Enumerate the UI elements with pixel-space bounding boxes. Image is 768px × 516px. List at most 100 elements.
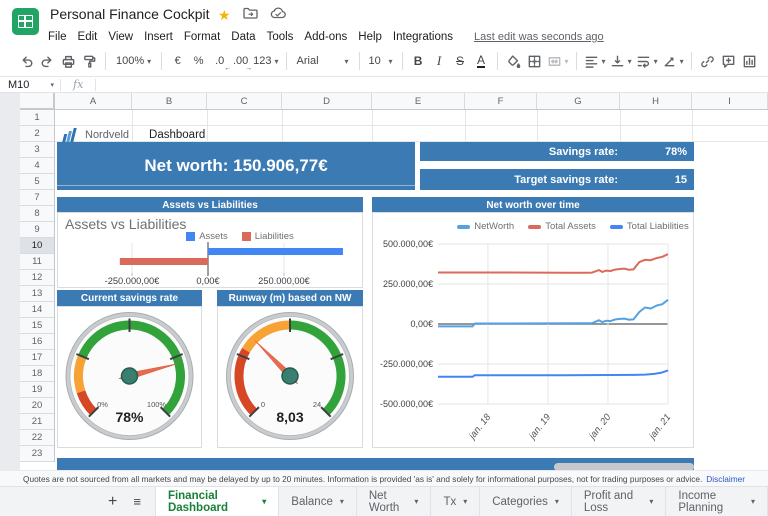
sheet-tab-tx[interactable]: Tx▾ bbox=[431, 487, 480, 516]
column-header-F[interactable]: F bbox=[465, 93, 537, 109]
sheets-logo-icon[interactable] bbox=[12, 8, 39, 35]
runway-gauge[interactable]: 0248,03 bbox=[217, 306, 363, 448]
row-header-20[interactable]: 20 bbox=[20, 398, 54, 414]
row-header-13[interactable]: 13 bbox=[20, 286, 54, 302]
legend-label: Assets bbox=[199, 231, 228, 242]
row-header-19[interactable]: 19 bbox=[20, 382, 54, 398]
increase-decimal-button[interactable]: .00→ bbox=[230, 49, 251, 73]
row-header-18[interactable]: 18 bbox=[20, 366, 54, 382]
paint-format-button[interactable] bbox=[79, 49, 100, 73]
formula-input[interactable] bbox=[108, 77, 768, 92]
row-header-16[interactable]: 16 bbox=[20, 334, 54, 350]
star-icon[interactable]: ★ bbox=[218, 7, 231, 24]
row-header-4[interactable]: 4 bbox=[20, 158, 54, 174]
disclaimer-link[interactable]: Disclaimer bbox=[706, 474, 745, 484]
text-rotation-button[interactable]: ▾ bbox=[660, 49, 686, 73]
column-header-B[interactable]: B bbox=[132, 93, 207, 109]
column-header-H[interactable]: H bbox=[620, 93, 692, 109]
italic-button[interactable]: I bbox=[429, 49, 450, 73]
row-header-23[interactable]: 23 bbox=[20, 446, 54, 462]
menu-view[interactable]: View bbox=[108, 31, 133, 43]
legend-label: Total Liabilities bbox=[627, 221, 689, 232]
insert-link-button[interactable] bbox=[697, 49, 718, 73]
chevron-down-icon: ▾ bbox=[463, 497, 467, 506]
menu-data[interactable]: Data bbox=[231, 31, 255, 43]
vertical-align-button[interactable]: ▾ bbox=[608, 49, 634, 73]
svg-text:100%: 100% bbox=[147, 400, 167, 409]
bold-button[interactable]: B bbox=[408, 49, 429, 73]
text-wrap-button[interactable]: ▾ bbox=[634, 49, 660, 73]
move-to-folder-icon[interactable] bbox=[243, 6, 258, 24]
menu-format[interactable]: Format bbox=[184, 31, 220, 43]
menu-file[interactable]: File bbox=[48, 31, 67, 43]
cloud-status-icon[interactable] bbox=[270, 6, 286, 24]
toolbar: 100%▾ € % .0← .00→ 123▾ Arial▾ 10▾ B I S… bbox=[0, 46, 768, 77]
text-color-button[interactable]: A bbox=[471, 49, 492, 73]
row-header-17[interactable]: 17 bbox=[20, 350, 54, 366]
svg-text:0,00€: 0,00€ bbox=[410, 319, 433, 329]
fill-color-button[interactable] bbox=[503, 49, 524, 73]
row-header-15[interactable]: 15 bbox=[20, 318, 54, 334]
column-header-A[interactable]: A bbox=[55, 93, 132, 109]
column-header-G[interactable]: G bbox=[537, 93, 620, 109]
insert-comment-button[interactable] bbox=[718, 49, 739, 73]
row-header-14[interactable]: 14 bbox=[20, 302, 54, 318]
add-sheet-button[interactable]: + bbox=[108, 493, 117, 511]
row-header-8[interactable]: 8 bbox=[20, 206, 54, 222]
borders-button[interactable] bbox=[524, 49, 545, 73]
name-box[interactable]: M10▾ bbox=[0, 77, 60, 93]
print-button[interactable] bbox=[58, 49, 79, 73]
menu-edit[interactable]: Edit bbox=[78, 31, 98, 43]
document-title[interactable]: Personal Finance Cockpit bbox=[50, 6, 210, 22]
format-currency-button[interactable]: € bbox=[167, 49, 188, 73]
row-header-11[interactable]: 11 bbox=[20, 254, 54, 270]
row-header-5[interactable]: 5 bbox=[20, 174, 54, 190]
sheet-tab-income-planning[interactable]: Income Planning▾ bbox=[666, 487, 768, 516]
sheet-tab-balance[interactable]: Balance▾ bbox=[279, 487, 357, 516]
strikethrough-button[interactable]: S bbox=[450, 49, 471, 73]
row-header-22[interactable]: 22 bbox=[20, 430, 54, 446]
gridline bbox=[537, 110, 538, 142]
font-family-select[interactable]: Arial▾ bbox=[292, 49, 354, 73]
all-sheets-button[interactable]: ≡ bbox=[133, 494, 141, 509]
row-header-1[interactable]: 1 bbox=[20, 110, 54, 126]
horizontal-align-button[interactable]: ▾ bbox=[582, 49, 608, 73]
menu-insert[interactable]: Insert bbox=[144, 31, 173, 43]
zoom-select[interactable]: 100%▾ bbox=[111, 49, 156, 73]
select-all-corner[interactable] bbox=[20, 93, 55, 110]
column-header-D[interactable]: D bbox=[282, 93, 372, 109]
column-header-C[interactable]: C bbox=[207, 93, 282, 109]
column-header-E[interactable]: E bbox=[372, 93, 465, 109]
menu-integrations[interactable]: Integrations bbox=[393, 31, 453, 43]
font-size-select[interactable]: 10▾ bbox=[365, 49, 397, 73]
row-header-12[interactable]: 12 bbox=[20, 270, 54, 286]
sheet-tab-net-worth[interactable]: Net Worth▾ bbox=[357, 487, 432, 516]
last-edit-link[interactable]: Last edit was seconds ago bbox=[474, 31, 604, 43]
sheet-tab-profit-and-loss[interactable]: Profit and Loss▾ bbox=[572, 487, 667, 516]
row-header-2[interactable]: 2 bbox=[20, 126, 54, 142]
menu-addons[interactable]: Add-ons bbox=[304, 31, 347, 43]
row-header-9[interactable]: 9 bbox=[20, 222, 54, 238]
menu-tools[interactable]: Tools bbox=[267, 31, 294, 43]
column-header-I[interactable]: I bbox=[692, 93, 768, 109]
savings-rate-gauge[interactable]: 0%100%78% bbox=[57, 306, 202, 448]
decrease-decimal-button[interactable]: .0← bbox=[209, 49, 230, 73]
svg-text:jan. 18: jan. 18 bbox=[466, 412, 494, 443]
format-percent-button[interactable]: % bbox=[188, 49, 209, 73]
insert-chart-button[interactable] bbox=[739, 49, 760, 73]
sheet-tab-categories[interactable]: Categories▾ bbox=[480, 487, 572, 516]
row-header-3[interactable]: 3 bbox=[20, 142, 54, 158]
redo-button[interactable] bbox=[37, 49, 58, 73]
undo-button[interactable] bbox=[16, 49, 37, 73]
assets-liabilities-bar-chart[interactable]: Assets vs Liabilities AssetsLiabilities … bbox=[57, 212, 363, 288]
row-header-7[interactable]: 7 bbox=[20, 190, 54, 206]
menu-help[interactable]: Help bbox=[358, 31, 382, 43]
networth-line-chart[interactable]: NetWorthTotal AssetsTotal Liabilities 50… bbox=[372, 212, 694, 448]
more-formats-button[interactable]: 123▾ bbox=[251, 49, 280, 73]
sheet-tab-financial-dashboard[interactable]: Financial Dashboard▾ bbox=[155, 487, 279, 516]
svg-text:-500.000,00€: -500.000,00€ bbox=[380, 399, 433, 409]
row-header-21[interactable]: 21 bbox=[20, 414, 54, 430]
spreadsheet-grid[interactable]: Nordveld Dashboard Net worth: 150.906,77… bbox=[55, 110, 768, 470]
row-header-10[interactable]: 10 bbox=[20, 238, 54, 254]
brand-name: Nordveld bbox=[85, 129, 129, 141]
